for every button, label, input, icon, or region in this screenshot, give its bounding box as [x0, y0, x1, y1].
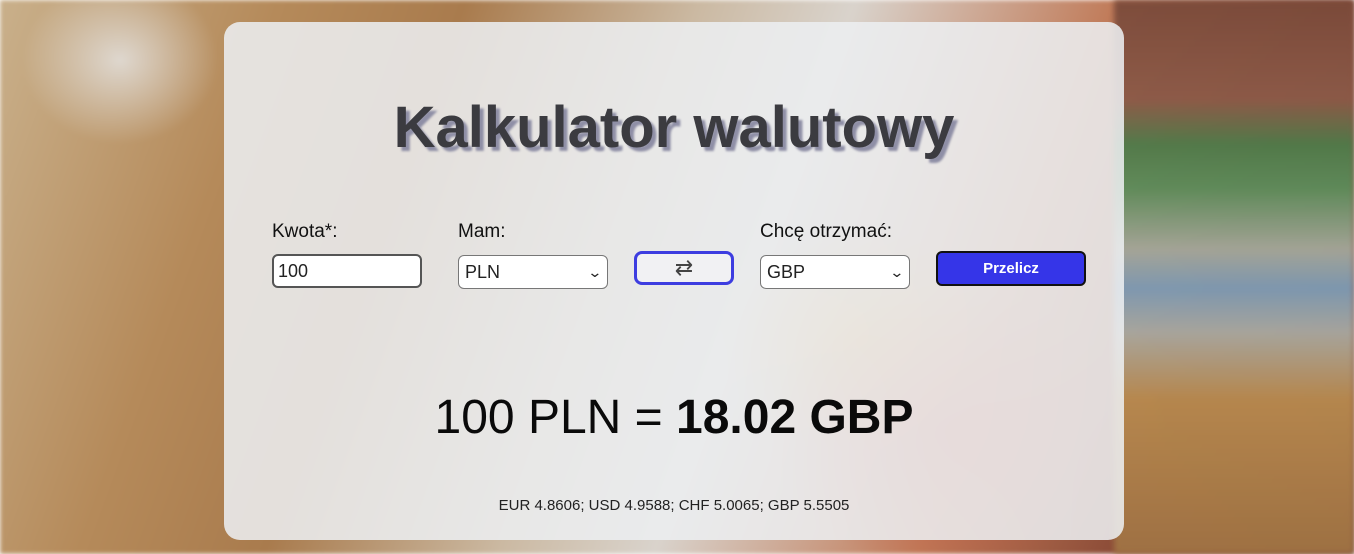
from-currency-label: Mam:: [458, 221, 506, 242]
page-title: Kalkulator walutowy: [393, 95, 955, 160]
exchange-rates: EUR 4.8606; USD 4.9588; CHF 5.0065; GBP …: [498, 497, 850, 514]
from-currency-select[interactable]: PLN ⌄: [458, 255, 608, 289]
swap-icon: ⇄: [674, 255, 694, 280]
from-currency-value: PLN: [465, 261, 501, 282]
to-currency-value: GBP: [767, 261, 806, 282]
chevron-down-icon: ⌄: [587, 263, 603, 280]
conversion-result: 100 PLN = 18.02 GBP: [224, 390, 1124, 445]
amount-label: Kwota*:: [272, 221, 338, 242]
to-currency-label: Chcę otrzymać:: [760, 221, 892, 242]
calculate-button[interactable]: Przelicz: [936, 251, 1086, 286]
background-wallet: [1114, 0, 1354, 554]
chevron-down-icon: ⌄: [889, 263, 905, 280]
swap-currencies-button[interactable]: ⇄: [634, 251, 734, 285]
calculator-card: Kalkulator walutowy Kwota*: Mam: PLN ⌄ ⇄…: [224, 22, 1124, 540]
result-source: 100 PLN =: [434, 391, 677, 444]
amount-input[interactable]: [272, 254, 422, 288]
result-target: 18.02 GBP: [676, 391, 914, 444]
to-currency-select[interactable]: GBP ⌄: [760, 255, 910, 289]
